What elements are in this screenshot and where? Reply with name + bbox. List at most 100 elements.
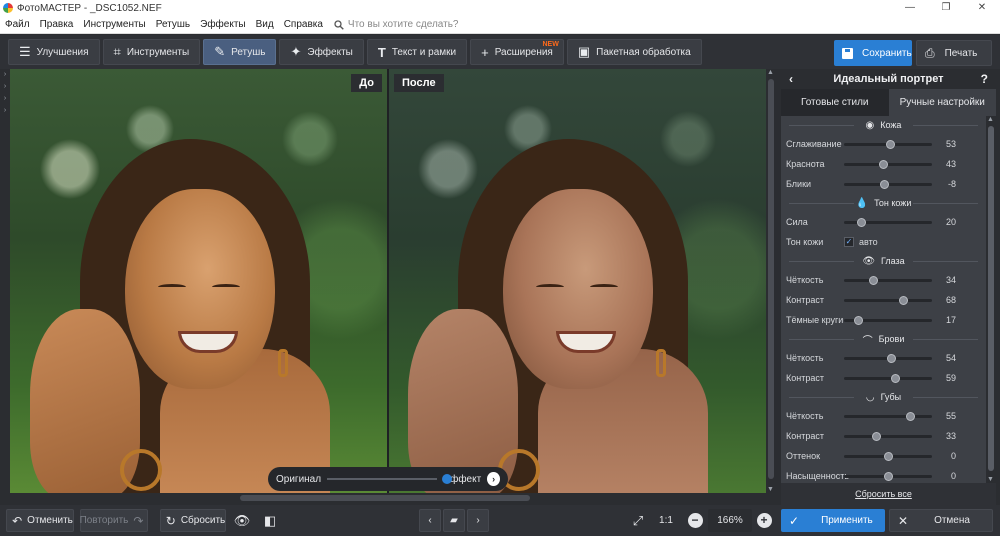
menu-search[interactable]: Что вы хотите сделать? [334,19,459,30]
prev-image-button[interactable]: ‹ [419,509,441,532]
setting-label: Контраст [786,295,824,305]
menu-file[interactable]: Файл [0,19,35,30]
slider-track[interactable] [844,159,932,169]
menu-effects[interactable]: Эффекты [195,19,250,30]
arrow-right-icon[interactable]: › [487,472,500,486]
tab-tools[interactable]: ⌗ Инструменты [102,39,201,65]
expand-arrow-icon[interactable]: › [0,93,10,105]
scroll-down-icon[interactable]: ▼ [767,486,774,493]
maximize-button[interactable]: ❐ [928,0,964,16]
canvas-horizontal-scrollbar[interactable] [10,493,776,503]
apply-button[interactable]: ✓ Применить [781,509,885,532]
scroll-down-icon[interactable]: ▼ [987,476,994,483]
scroll-thumb[interactable] [988,126,994,471]
batch-icon: ▣ [577,44,591,59]
tab-manual-settings[interactable]: Ручные настройки [888,89,996,116]
menu-view[interactable]: Вид [251,19,279,30]
slider-track[interactable] [844,217,932,227]
slider-track[interactable] [844,295,932,305]
settings-list: ◉ Кожа Сглаживание 53 Краснота 43 Блики -8 💧 Тон … [781,116,986,483]
close-window-button[interactable]: ✕ [964,0,1000,16]
slider-value: 33 [945,431,956,441]
slider-knob[interactable] [891,373,901,383]
slider-track[interactable] [844,315,932,325]
tab-label: Эффекты [307,46,353,58]
slider-track[interactable] [844,451,932,461]
slider-track[interactable] [844,139,932,149]
save-button[interactable]: Сохранить [834,40,912,66]
undo-button[interactable]: ↶ Отменить [6,509,74,532]
redo-button[interactable]: Повторить ↷ [80,509,148,532]
menu-help[interactable]: Справка [279,19,328,30]
slider-track[interactable] [844,373,932,383]
slider-knob[interactable] [869,275,879,285]
expand-arrow-icon[interactable]: › [0,69,10,81]
menu-retouch[interactable]: Ретушь [151,19,195,30]
slider-knob[interactable] [905,411,915,421]
cancel-button[interactable]: ✕ Отмена [889,509,993,532]
zoom-value[interactable]: 166% [708,509,752,532]
slider-track[interactable] [844,179,932,189]
slider-knob[interactable] [879,159,889,169]
setting-label: Блики [786,179,812,189]
slider-track[interactable] [844,471,932,481]
setting-label: Чёткость [786,275,824,285]
panel-scrollbar[interactable]: ▲ ▼ [986,116,996,483]
slider-knob[interactable] [899,295,909,305]
reset-button[interactable]: ↻ Сбросить [160,509,226,532]
fit-screen-icon[interactable]: ⤢ [628,509,648,532]
sliders-icon: ☰ [19,44,31,59]
app-logo-icon [3,3,13,13]
tab-retouch[interactable]: ✎ Ретушь [203,39,277,65]
slider-knob[interactable] [879,179,889,189]
slider-knob[interactable] [854,315,864,325]
slider-track[interactable] [844,411,932,421]
auto-checkbox[interactable]: ✓ [844,237,854,247]
photo-canvas[interactable]: До После [10,69,766,493]
tab-text-frames[interactable]: T Текст и рамки [366,39,468,65]
print-button[interactable]: ⎙ Печать [916,40,992,66]
zoom-out-button[interactable]: − [685,509,705,532]
slider-track[interactable] [844,275,932,285]
open-folder-button[interactable]: ▰ [443,509,465,532]
minimize-button[interactable]: — [892,0,928,16]
reset-label: Сбросить [180,515,226,526]
tab-ready-styles[interactable]: Готовые стили [781,89,889,116]
zoom-in-button[interactable]: + [754,509,774,532]
slider-knob[interactable] [883,451,893,461]
slider-knob[interactable] [887,353,897,363]
compare-toggle-icon[interactable]: ◧ [260,509,280,532]
next-image-button[interactable]: › [467,509,489,532]
tab-batch[interactable]: ▣ Пакетная обработка [566,39,702,65]
search-placeholder: Что вы хотите сделать? [347,19,459,30]
compare-track[interactable] [327,474,453,484]
scroll-up-icon[interactable]: ▲ [987,116,994,123]
menu-edit[interactable]: Правка [35,19,79,30]
reset-all-link[interactable]: Сбросить все [781,489,986,499]
tab-extensions[interactable]: + Расширения NEW [470,39,564,65]
menu-tools[interactable]: Инструменты [78,19,150,30]
scroll-up-icon[interactable]: ▲ [767,69,774,76]
slider-track[interactable] [844,353,932,363]
tab-effects[interactable]: ✦ Эффекты [279,39,364,65]
plus-icon: + [756,513,772,528]
chevron-left-icon: ‹ [428,515,432,526]
expand-arrow-icon[interactable]: › [0,81,10,93]
tab-enhancements[interactable]: ☰ Улучшения [8,39,100,65]
slider-knob[interactable] [886,139,896,149]
expand-arrow-icon[interactable]: › [0,105,10,117]
slider-track[interactable] [844,431,932,441]
slider-knob[interactable] [857,217,867,227]
canvas-vertical-scrollbar[interactable]: ▲ ▼ [766,69,776,493]
compare-slider[interactable]: Оригинал Эффект › [268,467,508,491]
slider-knob[interactable] [883,471,893,481]
slider-knob[interactable] [872,431,882,441]
help-icon[interactable]: ? [981,72,988,86]
menu-bar: Файл Правка Инструменты Ретушь Эффекты В… [0,16,1000,34]
scroll-thumb[interactable] [768,79,774,479]
tab-label: Улучшения [36,46,89,58]
scroll-thumb[interactable] [240,495,530,501]
eye-toggle-icon[interactable]: 👁 [232,509,252,532]
zoom-1to1-button[interactable]: 1:1 [655,509,677,532]
back-arrow-icon[interactable]: ‹ [789,72,793,86]
